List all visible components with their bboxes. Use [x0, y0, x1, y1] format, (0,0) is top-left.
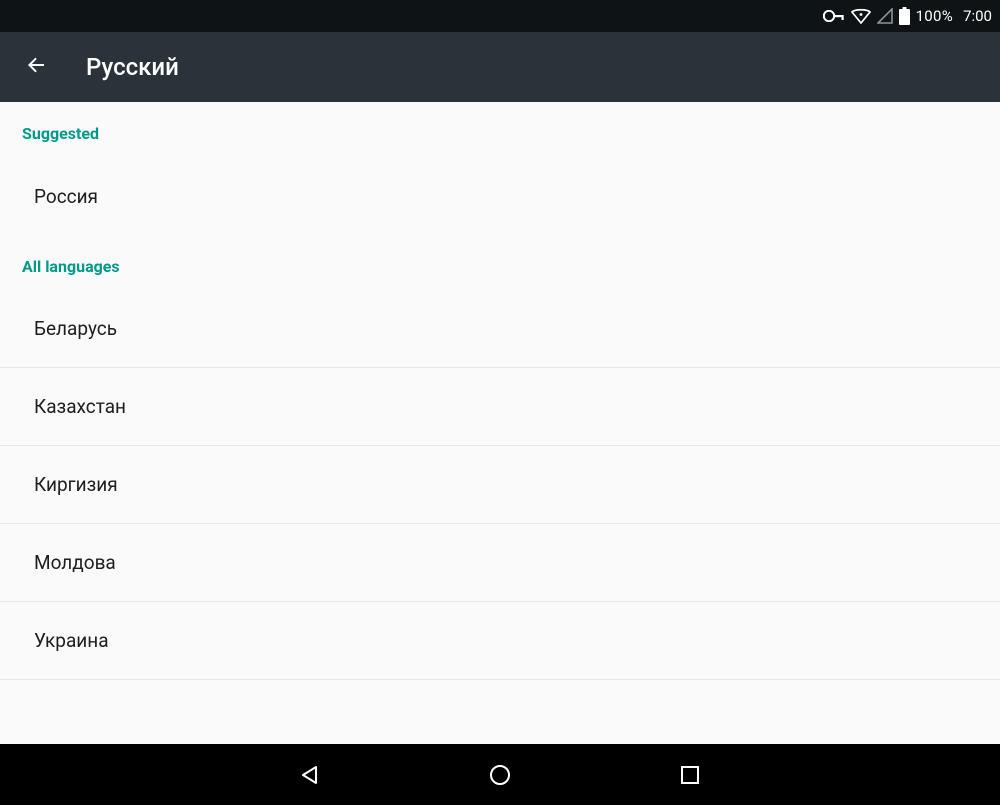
list-item[interactable]: Молдова — [0, 524, 1000, 602]
square-recent-icon — [680, 765, 700, 785]
list-item-label: Россия — [34, 185, 98, 208]
cell-signal-icon — [877, 8, 893, 24]
screen: 100% 7:00 Русский Suggested Россия All l… — [0, 0, 1000, 805]
list-item[interactable]: Украина — [0, 602, 1000, 680]
list-item-label: Киргизия — [34, 473, 118, 496]
wifi-icon — [851, 8, 871, 24]
page-title: Русский — [86, 53, 179, 81]
list-item[interactable]: Россия — [0, 157, 1000, 235]
list-item[interactable]: Казахстан — [0, 368, 1000, 446]
list-item-label: Казахстан — [34, 395, 126, 418]
battery-percent: 100% — [916, 7, 953, 25]
nav-recent-button[interactable] — [670, 755, 710, 795]
list-item-label: Украина — [34, 629, 109, 652]
arrow-back-icon — [24, 53, 48, 81]
list-item[interactable]: Беларусь — [0, 290, 1000, 368]
action-bar: Русский — [0, 32, 1000, 102]
list-item-label: Молдова — [34, 551, 116, 574]
circle-home-icon — [488, 763, 512, 787]
vpn-key-icon — [823, 10, 845, 22]
status-bar: 100% 7:00 — [0, 0, 1000, 32]
list-item[interactable]: Киргизия — [0, 446, 1000, 524]
battery-icon — [899, 7, 910, 25]
content-area: Suggested Россия All languages Беларусь … — [0, 102, 1000, 744]
status-clock: 7:00 — [963, 7, 992, 25]
navigation-bar — [0, 744, 1000, 805]
section-header-all: All languages — [0, 235, 1000, 290]
nav-home-button[interactable] — [480, 755, 520, 795]
section-header-suggested: Suggested — [0, 102, 1000, 157]
nav-back-button[interactable] — [290, 755, 330, 795]
triangle-back-icon — [299, 764, 321, 786]
back-button[interactable] — [18, 49, 54, 85]
list-item-label: Беларусь — [34, 317, 117, 340]
